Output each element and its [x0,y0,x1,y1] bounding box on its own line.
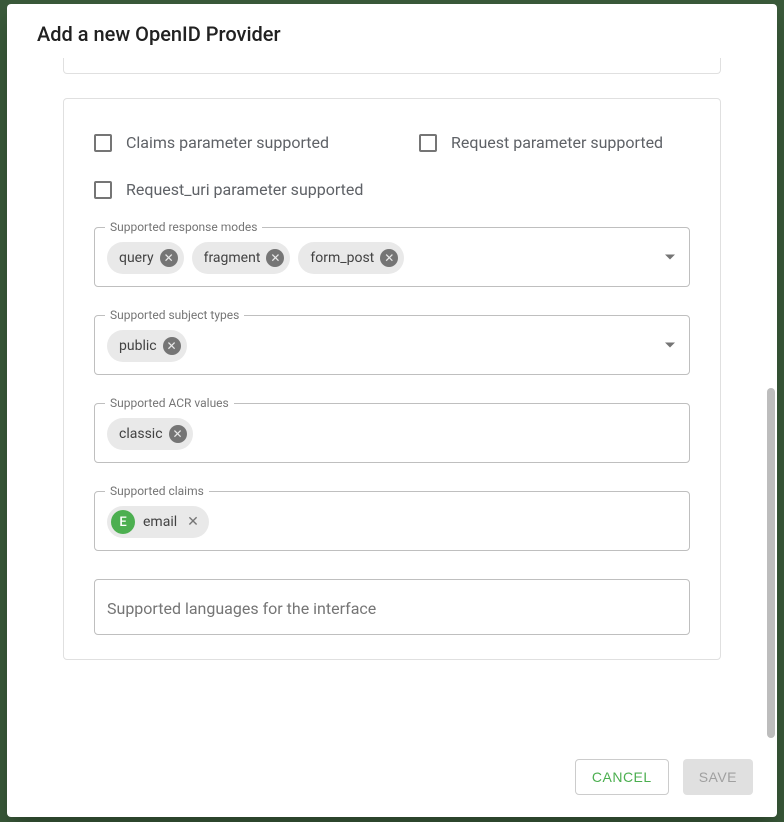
close-icon[interactable]: ✕ [160,249,178,267]
parameters-section: Claims parameter supported Request param… [63,98,721,660]
checkbox-row-1: Claims parameter supported Request param… [94,133,690,152]
acr-values-field[interactable]: Supported ACR values classic ✕ [94,403,690,463]
claims-parameter-checkbox[interactable]: Claims parameter supported [94,133,329,152]
close-icon[interactable]: ✕ [163,337,181,355]
request-uri-parameter-checkbox[interactable]: Request_uri parameter supported [94,180,363,199]
chevron-down-icon[interactable] [665,343,675,348]
chevron-down-icon[interactable] [665,255,675,260]
supported-claims-field[interactable]: Supported claims E email ✕ [94,491,690,551]
scrollbar-thumb[interactable] [767,388,775,738]
chip-query[interactable]: query ✕ [107,242,184,274]
close-icon[interactable]: ✕ [169,425,187,443]
chip-text: classic [119,426,163,442]
chip-text: public [119,338,157,354]
dialog-actions: Cancel Save [7,737,777,817]
cancel-button[interactable]: Cancel [575,759,669,795]
checkbox-icon [419,134,437,152]
close-icon[interactable]: ✕ [266,249,284,267]
checkbox-row-2: Request_uri parameter supported [94,180,690,199]
checkbox-label: Request parameter supported [451,133,663,152]
close-icon[interactable]: ✕ [380,249,398,267]
chip-text: form_post [310,250,374,266]
checkbox-icon [94,181,112,199]
chip-classic[interactable]: classic ✕ [107,418,193,450]
dialog-title: Add a new OpenID Provider [7,4,777,58]
avatar-icon: E [111,510,135,534]
placeholder-text: Supported languages for the interface [107,599,376,618]
chip-public[interactable]: public ✕ [107,330,187,362]
request-parameter-checkbox[interactable]: Request parameter supported [419,133,663,152]
checkbox-label: Request_uri parameter supported [126,180,363,199]
previous-section-edge [63,58,721,74]
chip-text: fragment [204,250,261,266]
dialog-content: Claims parameter supported Request param… [7,58,777,737]
close-icon[interactable]: ✕ [183,514,203,530]
field-label: Supported response modes [105,220,262,234]
chip-text: query [119,250,154,266]
chip-fragment[interactable]: fragment ✕ [192,242,291,274]
response-modes-field[interactable]: Supported response modes query ✕ fragmen… [94,227,690,287]
supported-languages-field[interactable]: Supported languages for the interface [94,579,690,635]
checkbox-icon [94,134,112,152]
scrollbar-track[interactable] [763,8,777,808]
subject-types-field[interactable]: Supported subject types public ✕ [94,315,690,375]
chip-form-post[interactable]: form_post ✕ [298,242,404,274]
field-label: Supported ACR values [105,396,234,410]
field-label: Supported claims [105,484,209,498]
field-label: Supported subject types [105,308,244,322]
chip-text: email [143,514,177,530]
chip-email[interactable]: E email ✕ [107,506,209,538]
checkbox-label: Claims parameter supported [126,133,329,152]
save-button[interactable]: Save [683,759,753,795]
openid-provider-dialog: Add a new OpenID Provider Claims paramet… [7,4,777,817]
